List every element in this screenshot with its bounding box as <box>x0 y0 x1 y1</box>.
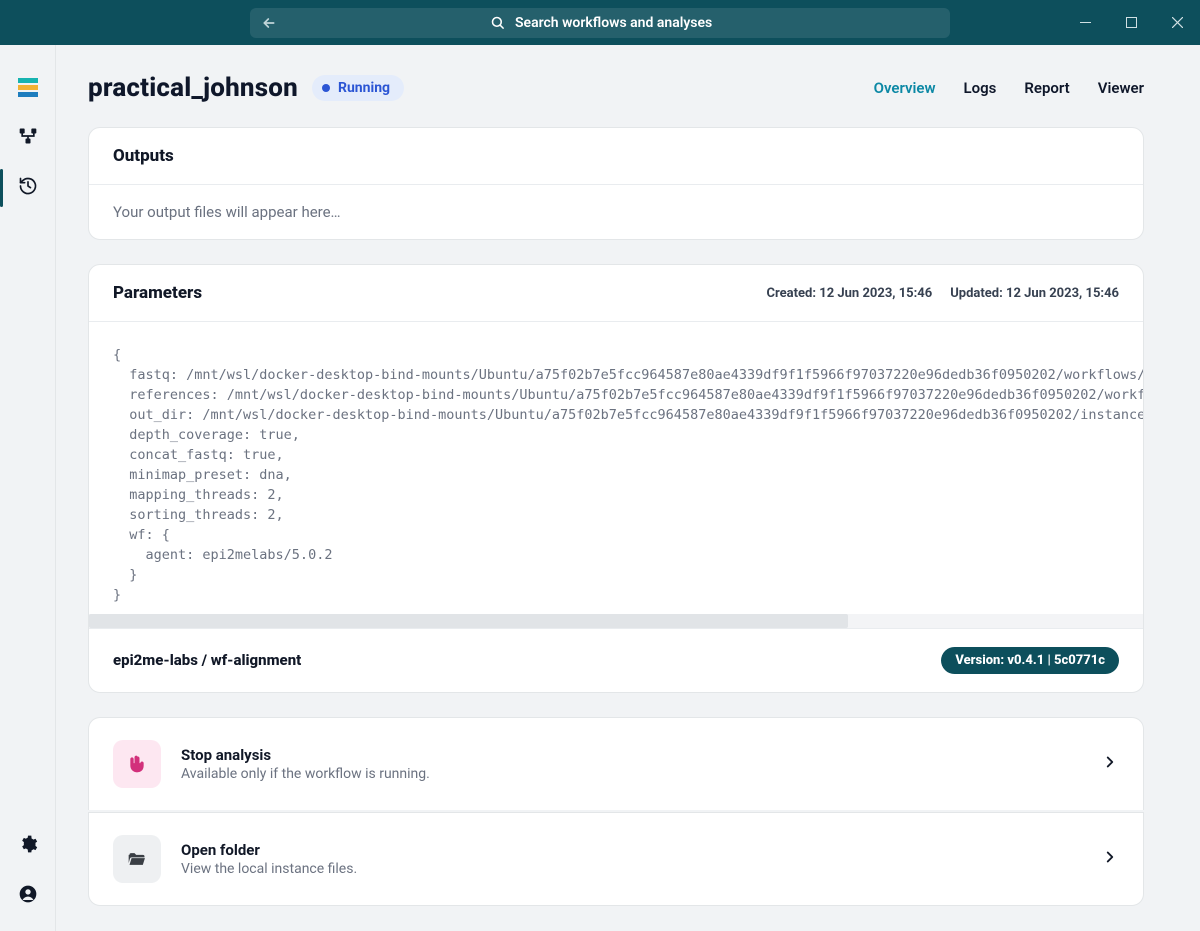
updated-value: 12 Jun 2023, 15:46 <box>1006 286 1119 301</box>
version-badge: Version: v0.4.1 | 5c0771c <box>941 647 1119 674</box>
open-folder-button[interactable]: Open folder View the local instance file… <box>88 812 1144 906</box>
status-label: Running <box>338 80 390 96</box>
titlebar: Search workflows and analyses <box>0 0 1200 45</box>
tab-overview[interactable]: Overview <box>874 79 936 97</box>
outputs-placeholder: Your output files will appear here… <box>113 203 1119 221</box>
window-controls <box>1062 0 1200 45</box>
updated-label: Updated: <box>950 286 1003 301</box>
created-label: Created: <box>766 286 816 301</box>
created-value: 12 Jun 2023, 15:46 <box>819 286 932 301</box>
open-title: Open folder <box>181 841 357 859</box>
open-subtitle: View the local instance files. <box>181 861 357 877</box>
tab-logs[interactable]: Logs <box>964 79 997 97</box>
nodes-icon <box>18 126 38 150</box>
sidebar <box>0 45 56 931</box>
maximize-button[interactable] <box>1108 0 1154 45</box>
outputs-card: Outputs Your output files will appear he… <box>88 127 1144 240</box>
status-dot-icon <box>322 84 330 92</box>
chevron-right-icon <box>1101 848 1119 870</box>
sidebar-item-workflows[interactable] <box>0 113 56 163</box>
scrollbar-thumb[interactable] <box>89 614 848 628</box>
sidebar-logo[interactable] <box>0 63 56 113</box>
workflow-path: epi2me-labs / wf-alignment <box>113 651 301 669</box>
folder-open-icon <box>113 835 161 883</box>
stop-title: Stop analysis <box>181 746 430 764</box>
parameters-heading: Parameters <box>113 283 202 303</box>
page-title: practical_johnson <box>88 73 298 103</box>
tabs: Overview Logs Report Viewer <box>874 79 1144 97</box>
actions-list: Stop analysis Available only if the work… <box>88 717 1144 906</box>
chevron-right-icon <box>1101 753 1119 775</box>
sidebar-item-account[interactable] <box>0 871 56 921</box>
parameters-code[interactable]: { fastq: /mnt/wsl/docker-desktop-bind-mo… <box>89 322 1143 614</box>
logo-icon <box>18 78 38 98</box>
tab-viewer[interactable]: Viewer <box>1098 79 1144 97</box>
minimize-button[interactable] <box>1062 0 1108 45</box>
tab-report[interactable]: Report <box>1024 79 1069 97</box>
stop-analysis-button[interactable]: Stop analysis Available only if the work… <box>88 717 1144 810</box>
stop-subtitle: Available only if the workflow is runnin… <box>181 766 430 782</box>
gear-icon <box>18 834 38 858</box>
horizontal-scrollbar[interactable] <box>89 614 1143 628</box>
parameters-card: Parameters Created: 12 Jun 2023, 15:46 U… <box>88 264 1144 693</box>
user-icon <box>18 884 38 908</box>
history-icon <box>18 176 38 200</box>
outputs-heading: Outputs <box>113 146 174 166</box>
global-search[interactable]: Search workflows and analyses <box>250 8 950 38</box>
status-badge: Running <box>312 75 404 101</box>
sidebar-item-history[interactable] <box>0 163 56 213</box>
search-placeholder: Search workflows and analyses <box>515 15 712 31</box>
close-button[interactable] <box>1154 0 1200 45</box>
stop-icon <box>113 740 161 788</box>
main-scroll[interactable]: practical_johnson Running Overview Logs … <box>56 45 1200 931</box>
search-icon <box>490 15 505 30</box>
sidebar-item-settings[interactable] <box>0 821 56 871</box>
back-icon[interactable] <box>258 12 280 34</box>
parameters-meta: Created: 12 Jun 2023, 15:46 Updated: 12 … <box>766 286 1119 301</box>
page-header: practical_johnson Running Overview Logs … <box>88 73 1144 103</box>
